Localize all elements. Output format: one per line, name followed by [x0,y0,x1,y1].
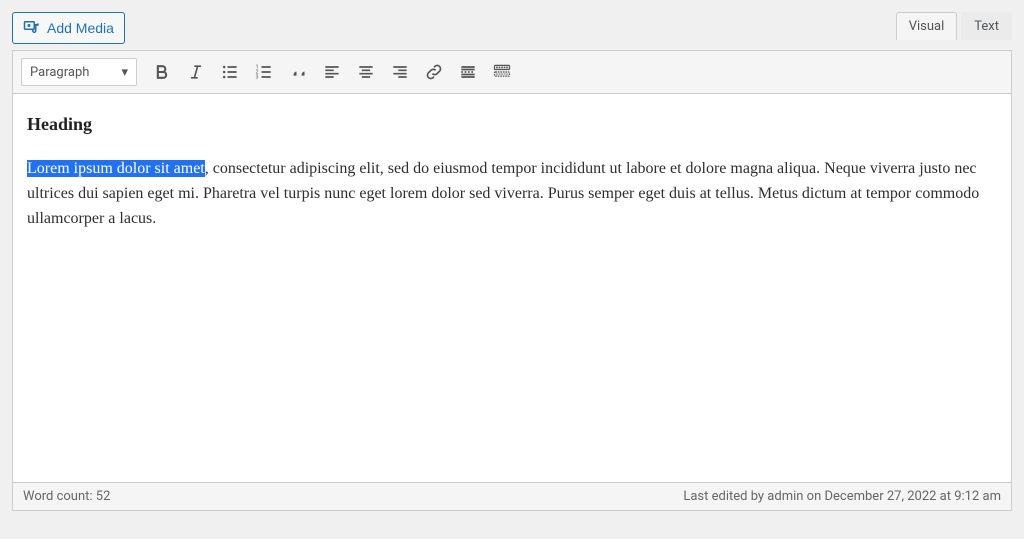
word-count: Word count: 52 [23,489,110,504]
last-edited: Last edited by admin on December 27, 202… [683,489,1001,504]
align-center-button[interactable] [351,57,381,87]
format-dropdown-label: Paragraph [30,65,89,80]
selected-text: Lorem ipsum dolor sit amet [27,160,205,177]
add-media-button[interactable]: Add Media [12,12,125,44]
read-more-button[interactable] [453,57,483,87]
tab-visual[interactable]: Visual [896,12,958,40]
align-left-button[interactable] [317,57,347,87]
format-dropdown[interactable]: Paragraph ▾ [21,58,137,86]
editor-tabs: Visual Text [892,12,1012,40]
content-paragraph: Lorem ipsum dolor sit amet, consectetur … [27,157,997,231]
blockquote-button[interactable] [283,57,313,87]
link-button[interactable] [419,57,449,87]
svg-text:3: 3 [256,75,259,81]
bold-button[interactable] [147,57,177,87]
editor-toolbar: Paragraph ▾ 123 [12,50,1012,93]
italic-button[interactable] [181,57,211,87]
content-heading: Heading [27,114,997,135]
toolbar-toggle-button[interactable] [487,57,517,87]
bullet-list-button[interactable] [215,57,245,87]
editor-content[interactable]: Heading Lorem ipsum dolor sit amet, cons… [12,93,1012,483]
status-bar: Word count: 52 Last edited by admin on D… [12,483,1012,511]
chevron-down-icon: ▾ [121,65,128,80]
add-media-label: Add Media [47,20,114,36]
numbered-list-button[interactable]: 123 [249,57,279,87]
camera-music-icon [23,18,41,39]
align-right-button[interactable] [385,57,415,87]
tab-text[interactable]: Text [961,12,1012,40]
